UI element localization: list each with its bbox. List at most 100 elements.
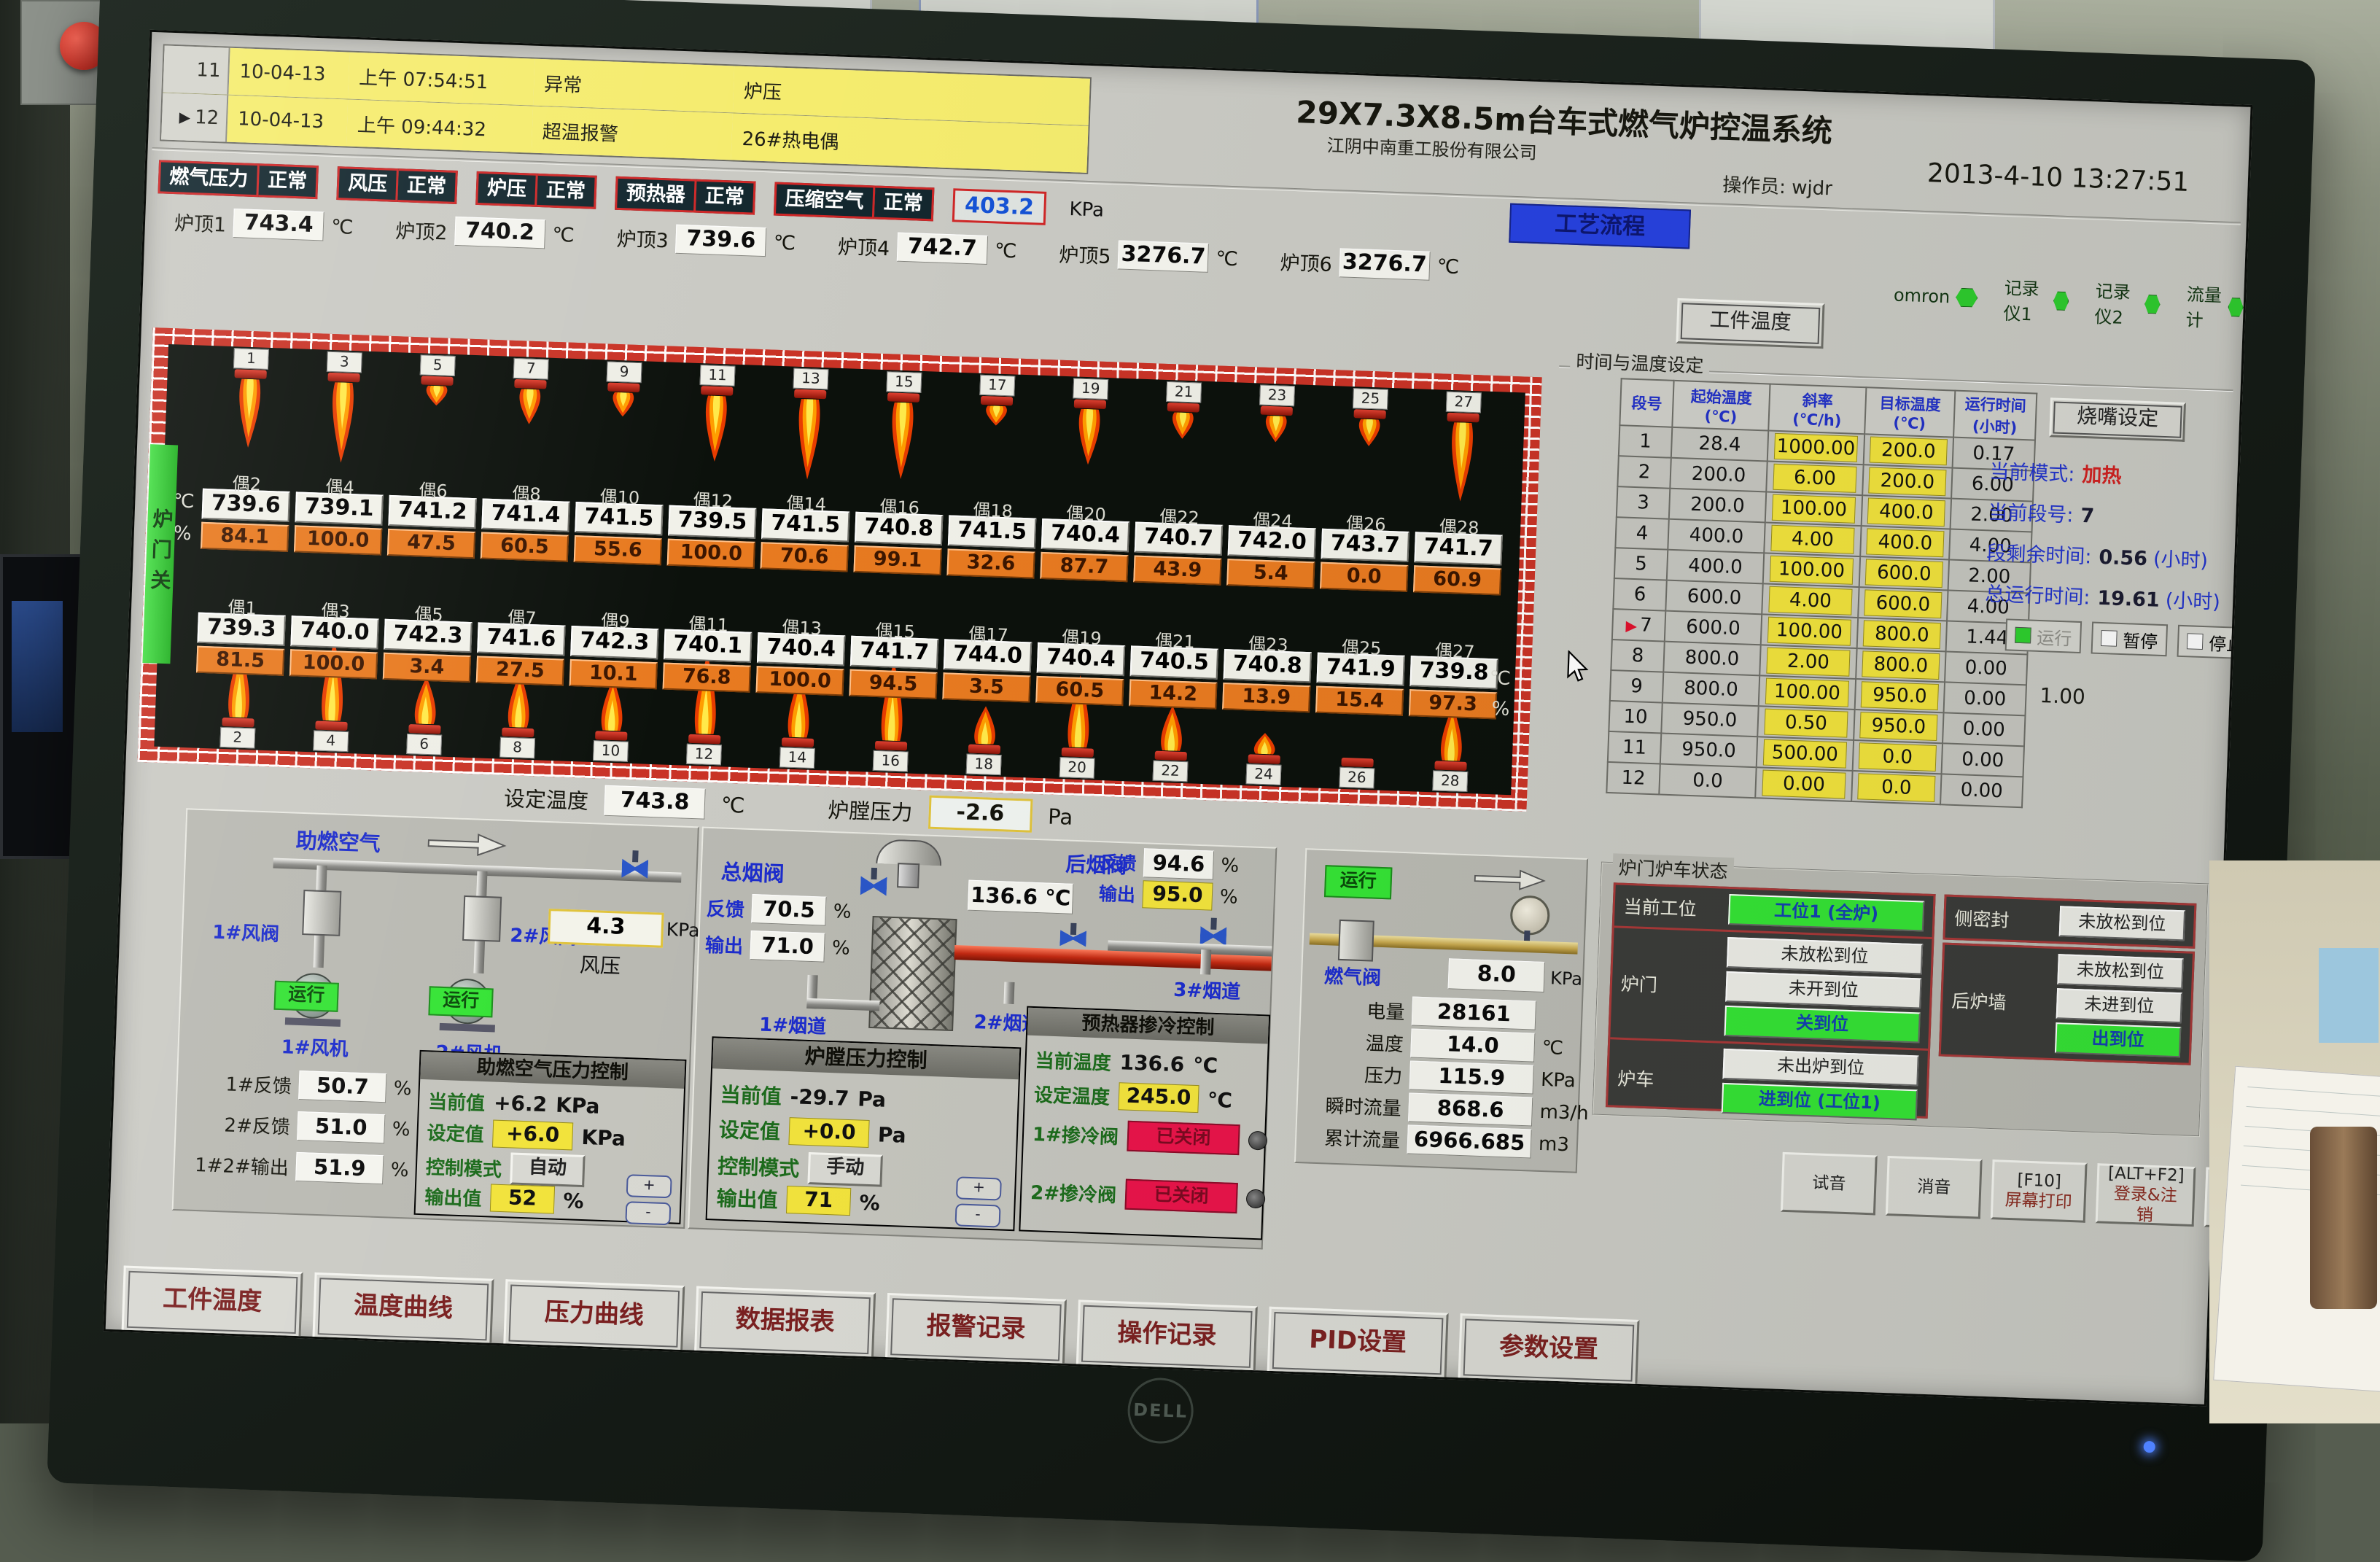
schedule-setpoint-field[interactable]: 100.00 [1768, 617, 1851, 646]
air-valve-2-icon[interactable] [462, 895, 502, 942]
output-minus-button[interactable]: - [955, 1203, 1001, 1227]
schedule-setpoint-field[interactable]: 100.00 [1765, 678, 1849, 707]
pause-button[interactable]: 暂停 [2091, 622, 2169, 657]
run-button[interactable]: 运行 [2005, 618, 2082, 653]
schedule-setpoint-field[interactable]: 0.0 [1859, 742, 1936, 772]
tc-row-top: 偶2739.684.1 [201, 468, 291, 552]
feedback-label: 1#反馈 [189, 1068, 292, 1098]
schedule-setpoint-field[interactable]: 6.00 [1773, 464, 1856, 493]
burner-number-tag: 21 [1166, 381, 1202, 403]
system-button[interactable]: 消音 [1886, 1156, 1983, 1219]
schedule-setpoint-field[interactable]: 950.0 [1861, 681, 1938, 710]
nav-button[interactable]: 压力曲线 [503, 1279, 685, 1353]
schedule-setpoint-field[interactable]: 950.0 [1860, 712, 1937, 741]
out-field[interactable]: 52 [490, 1184, 555, 1213]
thermocouple-output-value: 87.7 [1040, 552, 1128, 582]
schedule-cell: 950.0 [1854, 710, 1943, 743]
nav-button[interactable]: 参数设置 [1458, 1313, 1639, 1387]
thermocouple-label: 偶6 [389, 475, 478, 498]
burner-nozzle-icon [875, 741, 907, 751]
thermocouple-output-value: 84.1 [201, 522, 289, 552]
out-field[interactable]: 71 [786, 1186, 851, 1216]
thermocouple-label: 偶16 [855, 491, 944, 515]
gas-row-value: 6966.685 [1407, 1124, 1531, 1158]
schedule-setpoint-field[interactable]: 500.00 [1763, 739, 1847, 769]
thermocouple-output-value: 99.1 [853, 545, 941, 575]
set-field[interactable]: +6.0 [492, 1120, 573, 1151]
air-valve-1-icon[interactable] [302, 890, 341, 936]
link-indicator-label: 流量计 [2185, 280, 2223, 333]
output-plus-button[interactable]: + [956, 1176, 1002, 1200]
stop-button[interactable]: 停止 [2177, 625, 2252, 660]
schedule-setpoint-field[interactable]: 400.0 [1867, 497, 1945, 527]
feedback-unit: % [390, 1159, 409, 1182]
schedule-setpoint-field[interactable]: 200.0 [1870, 437, 1947, 466]
process-flow-button[interactable]: 工艺流程 [1509, 203, 1691, 249]
cur-label: 当前值 [428, 1087, 486, 1116]
burner-settings-button[interactable]: 烧嘴设定 [2049, 397, 2186, 442]
schedule-setpoint-field[interactable]: 100.00 [1772, 494, 1856, 524]
mode-button[interactable]: 手动 [807, 1152, 883, 1187]
tc-row-bottom: 偶1739.381.5 [196, 592, 287, 676]
system-button[interactable]: [ALT+F2]登录&注销 [2096, 1163, 2196, 1227]
workpiece-temp-button[interactable]: 工件温度 [1676, 298, 1824, 349]
gas-valve-icon[interactable] [1338, 920, 1374, 962]
blend-valve-1-state[interactable]: 已关闭 [1127, 1121, 1240, 1155]
thermocouple-output-value: 81.5 [196, 646, 284, 676]
schedule-setpoint-field[interactable]: 800.0 [1863, 620, 1940, 649]
system-button[interactable]: [F10]屏幕打印 [1991, 1159, 2088, 1223]
main-flue-valve-label: 总烟阀 [720, 855, 785, 888]
schedule-setpoint-field[interactable]: 400.0 [1867, 528, 1944, 557]
burner-nozzle-icon [701, 386, 733, 396]
schedule-setpoint-field[interactable]: 4.00 [1768, 586, 1852, 615]
door-status-group: 后炉墙未放松到位未进到位出到位 [1941, 945, 2193, 1063]
burner-number-tag: 28 [1432, 770, 1468, 792]
mode-button[interactable]: 自动 [510, 1152, 586, 1187]
thermocouple-output-value: 13.9 [1222, 683, 1310, 712]
blend-valve-2-state[interactable]: 已关闭 [1124, 1179, 1237, 1213]
schedule-setpoint-field[interactable]: 1000.00 [1774, 433, 1858, 462]
schedule-setpoint-field[interactable]: 0.50 [1764, 709, 1848, 738]
nav-button[interactable]: 温度曲线 [312, 1272, 494, 1346]
door-status-right-box: 侧密封未放松到位 [1942, 895, 2196, 949]
roof-temp-item: 炉顶3739.6℃ [616, 222, 796, 258]
set-temp-field[interactable]: 245.0 [1118, 1082, 1199, 1113]
output-plus-button[interactable]: + [626, 1174, 672, 1198]
thermocouple-label: 偶22 [1135, 502, 1224, 525]
thermocouple-label: 偶3 [292, 595, 380, 618]
schedule-setpoint-field[interactable]: 0.00 [1762, 770, 1846, 799]
schedule-cell: 6 [1613, 578, 1666, 611]
schedule-setpoint-field[interactable]: 2.00 [1766, 648, 1850, 677]
fan-feedback-row: 2#反馈51.0% [187, 1108, 411, 1145]
blend-valve-1-view-icon[interactable] [1248, 1131, 1267, 1151]
schedule-setpoint-field[interactable]: 200.0 [1869, 467, 1946, 496]
output-minus-button[interactable]: - [625, 1201, 671, 1225]
schedule-setpoint-field[interactable]: 600.0 [1865, 559, 1942, 588]
blend-valve-2-view-icon[interactable] [1246, 1189, 1266, 1209]
link-ok-icon [1956, 288, 1978, 308]
thermocouple-output-value: 97.3 [1409, 689, 1497, 719]
compressed-air-pressure-unit: KPa [1069, 198, 1105, 222]
schedule-setpoint-field[interactable]: 100.00 [1770, 556, 1854, 585]
thermocouple-temp-value: 741.9 [1316, 653, 1404, 686]
nav-button[interactable]: 操作记录 [1076, 1299, 1258, 1373]
nav-button[interactable]: 工件温度 [122, 1266, 303, 1340]
thermocouple-label: 偶18 [949, 494, 1037, 518]
burner-flame-icon [700, 395, 731, 462]
schedule-setpoint-field[interactable]: 600.0 [1864, 589, 1942, 618]
schedule-setpoint-field[interactable]: 800.0 [1862, 650, 1940, 680]
nav-button[interactable]: 报警记录 [885, 1293, 1067, 1367]
nav-button[interactable]: 数据报表 [694, 1286, 876, 1360]
burner-flame-icon [793, 399, 825, 480]
nav-button[interactable]: PID设置 [1267, 1307, 1449, 1380]
system-button[interactable]: 试音 [1781, 1152, 1878, 1216]
set-field[interactable]: +0.0 [788, 1117, 869, 1148]
schedule-setpoint-field[interactable]: 4.00 [1770, 525, 1854, 554]
thermocouple-output-value: 0.0 [1320, 562, 1408, 592]
bottom-nav-row: 工件温度温度曲线压力曲线数据报表报警记录操作记录PID设置参数设置 [122, 1266, 1640, 1387]
schedule-setpoint-field[interactable]: 0.0 [1858, 773, 1935, 802]
thermocouple-temp-value: 740.5 [1130, 645, 1218, 679]
thermocouple-temp-value: 743.7 [1321, 529, 1409, 562]
info-label: 当前段号: [1988, 501, 2074, 527]
alarm-row-number-text: 11 [196, 59, 221, 82]
